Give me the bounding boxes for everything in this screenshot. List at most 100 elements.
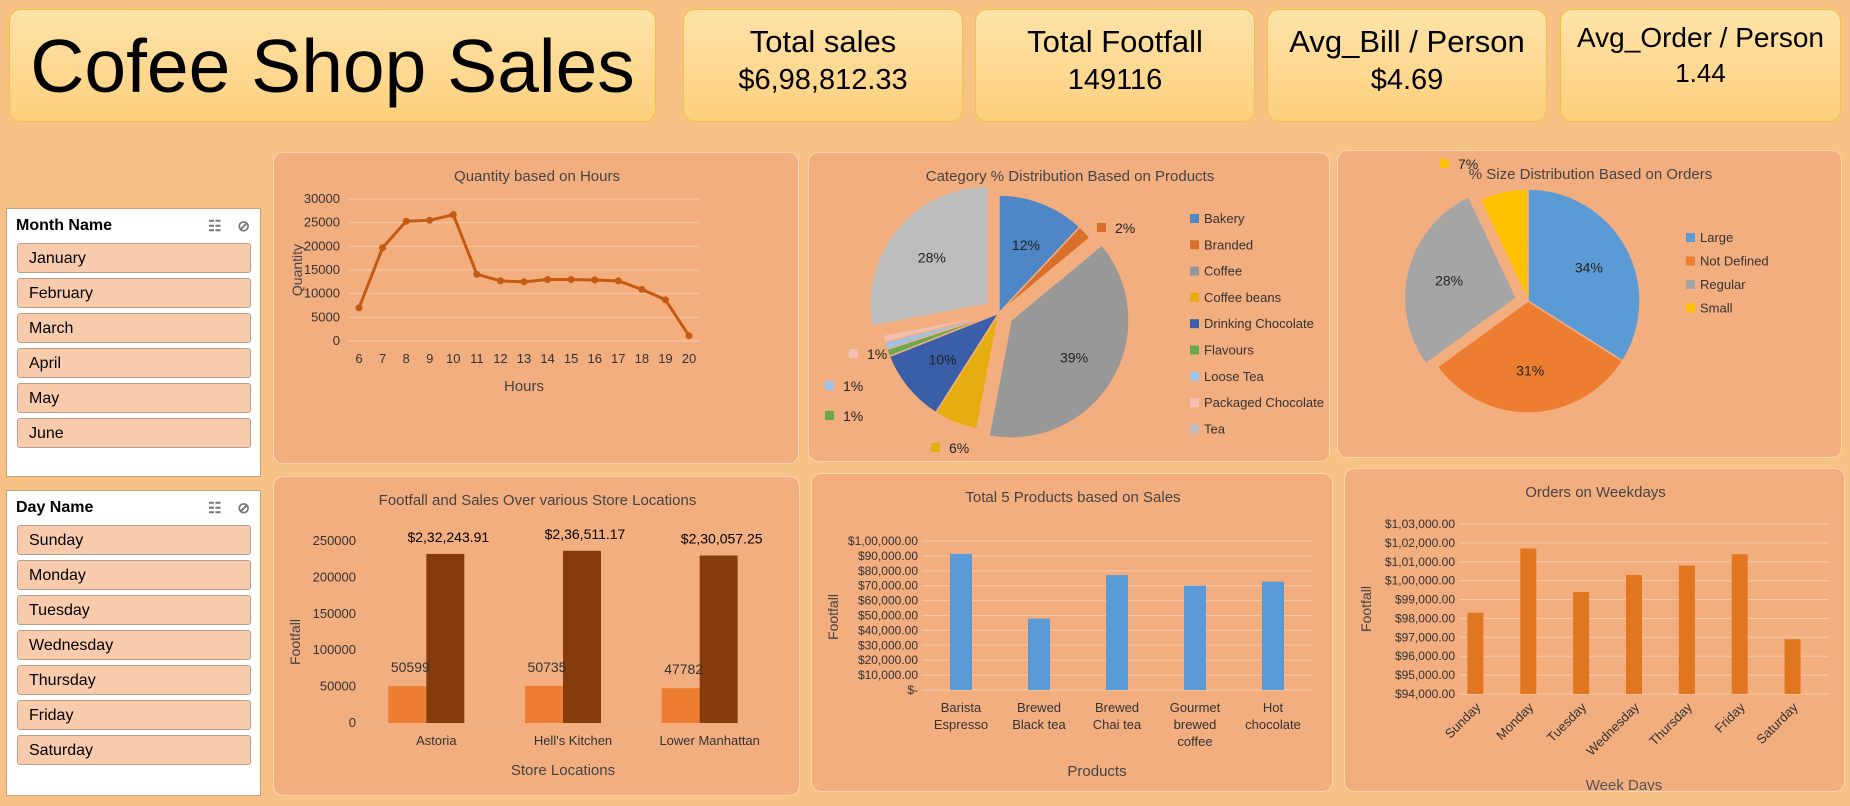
size-pie-chart: % Size Distribution Based on Orders 34% 31… <box>1403 156 1769 414</box>
y-axis-title: Footfall <box>825 594 841 640</box>
data-point <box>520 278 528 286</box>
x-tick-label: 13 <box>517 351 531 366</box>
kpi-avg-bill: Avg_Bill / Person $4.69 <box>1267 9 1547 122</box>
x-tick-label: coffee <box>1177 734 1212 749</box>
multi-select-icon[interactable]: ☷ <box>208 499 221 517</box>
y-tick-label: 200000 <box>313 569 356 584</box>
slicer-item-may[interactable]: May <box>17 383 251 413</box>
data-label: 2% <box>1115 220 1135 236</box>
bar-sales <box>426 553 465 723</box>
y-tick-label: $1,02,000.00 <box>1385 536 1455 550</box>
bar <box>1626 575 1642 694</box>
slicer-item-monday[interactable]: Monday <box>17 560 251 590</box>
slicer-item-sunday[interactable]: Sunday <box>17 525 251 555</box>
slicer-item-wednesday[interactable]: Wednesday <box>17 630 251 660</box>
y-tick-label: $99,000.00 <box>1395 593 1455 607</box>
legend-swatch <box>1190 240 1199 250</box>
legend-swatch <box>1190 292 1199 302</box>
y-tick-label: $94,000.00 <box>1395 687 1455 701</box>
x-tick-label: Lower Manhattan <box>659 733 759 748</box>
data-label: 28% <box>1435 273 1463 289</box>
data-point <box>379 244 387 252</box>
chart-title: Category % Distribution Based on Product… <box>926 168 1214 185</box>
data-label: 34% <box>1575 260 1603 276</box>
slicer-item-thursday[interactable]: Thursday <box>17 665 251 695</box>
y-tick-label: 0 <box>333 333 340 348</box>
legend-label: Drinking Chocolate <box>1204 316 1314 331</box>
bar <box>1262 581 1284 690</box>
chart-title: Quantity based on Hours <box>454 168 620 185</box>
data-label: 1% <box>843 408 863 424</box>
slicer-item-february[interactable]: February <box>17 278 251 308</box>
bar-footfall <box>525 686 563 723</box>
x-axis-title: Store Locations <box>511 762 615 779</box>
data-label: $2,36,511.17 <box>545 526 626 542</box>
x-tick-label: Thursday <box>1646 699 1695 748</box>
products-bar-chart: Total 5 Products based on Sales $-$10,000… <box>825 489 1312 780</box>
data-label: 1% <box>867 346 887 362</box>
x-tick-label: Chai tea <box>1093 717 1142 732</box>
x-tick-label: 16 <box>587 351 601 366</box>
y-tick-label: 50000 <box>320 679 356 694</box>
x-tick-label: Monday <box>1493 699 1537 743</box>
y-tick-label: $80,000.00 <box>858 564 918 578</box>
slicer-item-tuesday[interactable]: Tuesday <box>17 595 251 625</box>
bar-sales <box>699 555 738 723</box>
slicer-item-march[interactable]: March <box>17 313 251 343</box>
kpi-total-sales: Total sales $6,98,812.33 <box>683 9 963 122</box>
x-tick-label: Gourmet <box>1170 700 1221 715</box>
x-tick-label: Wednesday <box>1583 699 1642 758</box>
legend-swatch <box>1190 424 1199 434</box>
y-tick-label: 150000 <box>313 606 356 621</box>
bar <box>1731 554 1748 694</box>
bar-footfall <box>661 688 700 723</box>
x-tick-label: 18 <box>635 351 649 366</box>
data-label: 28% <box>918 249 946 265</box>
data-point <box>544 275 552 283</box>
slicer-item-saturday[interactable]: Saturday <box>17 735 251 765</box>
y-tick-label: $20,000.00 <box>858 653 918 667</box>
chart-title: % Size Distribution Based on Orders <box>1469 166 1712 183</box>
x-tick-label: Black tea <box>1012 717 1066 732</box>
multi-select-icon[interactable]: ☷ <box>208 217 221 235</box>
bar-footfall <box>388 686 427 723</box>
x-tick-label: Espresso <box>934 717 988 732</box>
category-pie-chart-panel: Category % Distribution Based on Product… <box>808 152 1330 462</box>
data-point <box>355 304 363 312</box>
kpi-label: Total Footfall <box>1027 24 1203 59</box>
data-point <box>449 211 457 219</box>
slicer-item-june[interactable]: June <box>17 418 251 448</box>
y-tick-label: $90,000.00 <box>858 549 918 563</box>
x-tick-label: Barista <box>941 700 982 715</box>
slicer-item-january[interactable]: January <box>17 243 251 273</box>
clear-filter-icon[interactable]: ⊘ <box>237 499 250 517</box>
data-label-marker <box>1097 223 1106 232</box>
bar <box>950 553 972 690</box>
x-tick-label: 7 <box>379 351 386 366</box>
y-tick-label: $1,00,000.00 <box>1385 574 1455 588</box>
data-point <box>426 216 434 224</box>
legend-label: Regular <box>1700 277 1746 292</box>
y-tick-label: 100000 <box>313 642 356 657</box>
data-label-marker <box>849 349 858 358</box>
x-tick-label: 14 <box>540 351 554 366</box>
page-title: Cofee Shop Sales <box>30 24 635 108</box>
y-tick-label: $98,000.00 <box>1395 611 1455 625</box>
x-tick-label: 12 <box>493 351 507 366</box>
legend-label: Coffee beans <box>1204 290 1282 305</box>
day-slicer-title: Day Name <box>16 499 94 516</box>
bar <box>1028 618 1050 690</box>
bar <box>1784 639 1801 694</box>
slicer-item-friday[interactable]: Friday <box>17 700 251 730</box>
chart-title: Orders on Weekdays <box>1525 484 1666 501</box>
data-label: 50735 <box>528 659 567 675</box>
kpi-label: Avg_Order / Person <box>1577 22 1824 53</box>
clear-filter-icon[interactable]: ⊘ <box>237 217 250 235</box>
slicer-item-april[interactable]: April <box>17 348 251 378</box>
x-tick-label: Sunday <box>1442 699 1484 741</box>
data-label: 39% <box>1060 349 1088 365</box>
chart-title: Total 5 Products based on Sales <box>965 489 1180 506</box>
y-tick-label: 30000 <box>304 191 340 206</box>
y-tick-label: $60,000.00 <box>858 594 918 608</box>
data-label: 7% <box>1458 156 1478 172</box>
